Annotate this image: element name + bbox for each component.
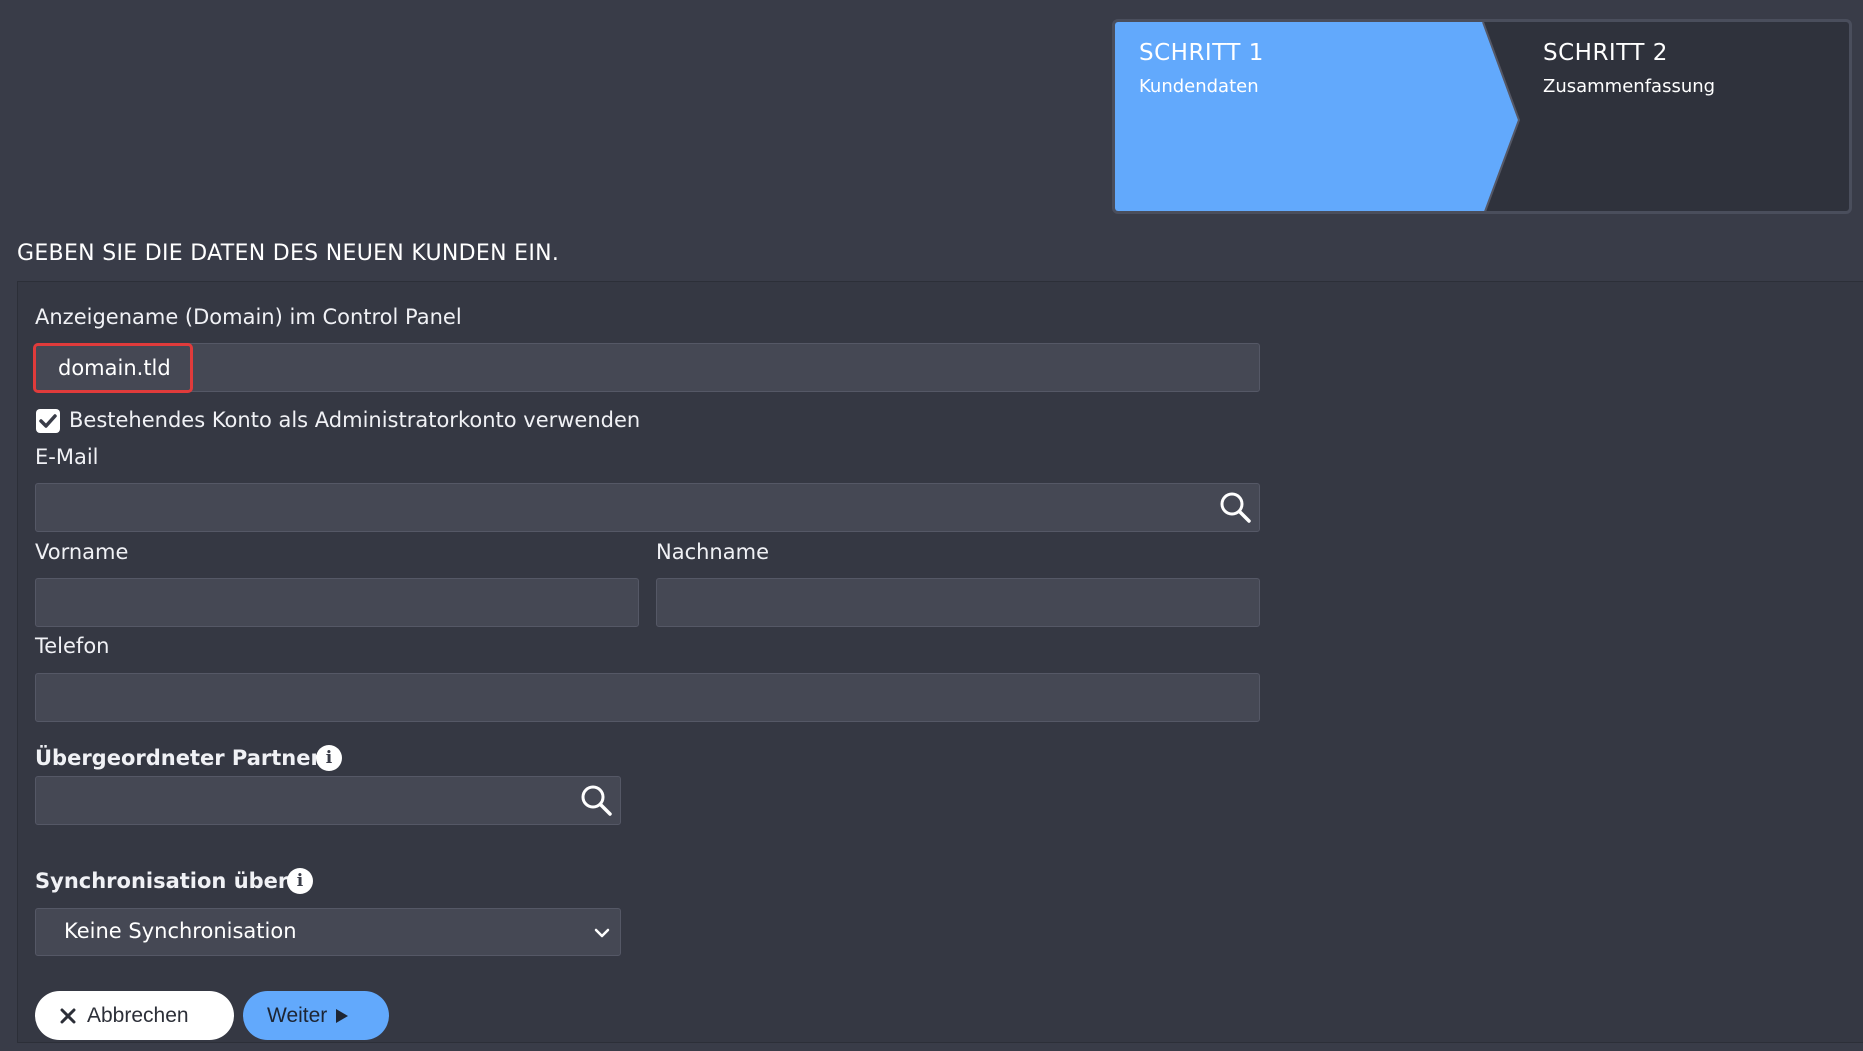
email-label: E-Mail xyxy=(35,445,99,469)
cancel-button-label: Abbrechen xyxy=(87,1003,189,1027)
firstname-field[interactable] xyxy=(35,578,639,627)
search-icon[interactable] xyxy=(579,783,613,817)
parent-partner-field[interactable] xyxy=(35,776,621,825)
lastname-input[interactable] xyxy=(657,579,1259,626)
phone-field[interactable] xyxy=(35,673,1260,722)
step-2[interactable]: SCHRITT 2 Zusammenfassung xyxy=(1543,40,1715,97)
phone-input[interactable] xyxy=(36,674,1259,721)
step-2-subtitle: Zusammenfassung xyxy=(1543,76,1716,97)
chevron-down-icon xyxy=(594,928,610,938)
info-icon[interactable]: i xyxy=(287,868,313,894)
parent-partner-input[interactable] xyxy=(36,777,620,824)
display-name-input[interactable] xyxy=(36,344,1259,391)
step-1-title: SCHRITT 1 xyxy=(1139,40,1264,66)
search-icon[interactable] xyxy=(1218,490,1252,524)
play-icon xyxy=(336,1008,349,1023)
page-heading: GEBEN SIE DIE DATEN DES NEUEN KUNDEN EIN… xyxy=(17,241,560,266)
use-existing-checkbox[interactable] xyxy=(36,409,60,433)
cancel-button[interactable]: Abbrechen xyxy=(35,991,234,1040)
parent-partner-label: Übergeordneter Partner xyxy=(35,746,321,770)
step-1[interactable]: SCHRITT 1 Kundendaten xyxy=(1139,40,1264,97)
next-button[interactable]: Weiter xyxy=(243,991,389,1040)
checkmark-icon xyxy=(39,414,57,428)
lastname-field[interactable] xyxy=(656,578,1260,627)
use-existing-label[interactable]: Bestehendes Konto als Administratorkonto… xyxy=(69,408,640,432)
email-field[interactable] xyxy=(35,483,1260,532)
email-input[interactable] xyxy=(36,484,1259,531)
display-name-field[interactable] xyxy=(35,343,1260,392)
wizard-steps: SCHRITT 1 Kundendaten SCHRITT 2 Zusammen… xyxy=(1112,19,1852,214)
next-button-label: Weiter xyxy=(267,1003,328,1027)
info-icon[interactable]: i xyxy=(316,745,342,771)
page: SCHRITT 1 Kundendaten SCHRITT 2 Zusammen… xyxy=(0,0,1863,1051)
lastname-label: Nachname xyxy=(656,540,769,564)
close-icon xyxy=(60,1008,76,1023)
sync-select-value: Keine Synchronisation xyxy=(64,919,297,943)
display-name-label: Anzeigename (Domain) im Control Panel xyxy=(35,305,462,329)
firstname-input[interactable] xyxy=(36,579,638,626)
sync-select[interactable]: Keine Synchronisation xyxy=(35,908,621,956)
step-2-title: SCHRITT 2 xyxy=(1543,40,1668,66)
sync-label: Synchronisation über xyxy=(35,869,289,893)
step-1-subtitle: Kundendaten xyxy=(1139,76,1259,97)
firstname-label: Vorname xyxy=(35,540,129,564)
phone-label: Telefon xyxy=(35,634,110,658)
